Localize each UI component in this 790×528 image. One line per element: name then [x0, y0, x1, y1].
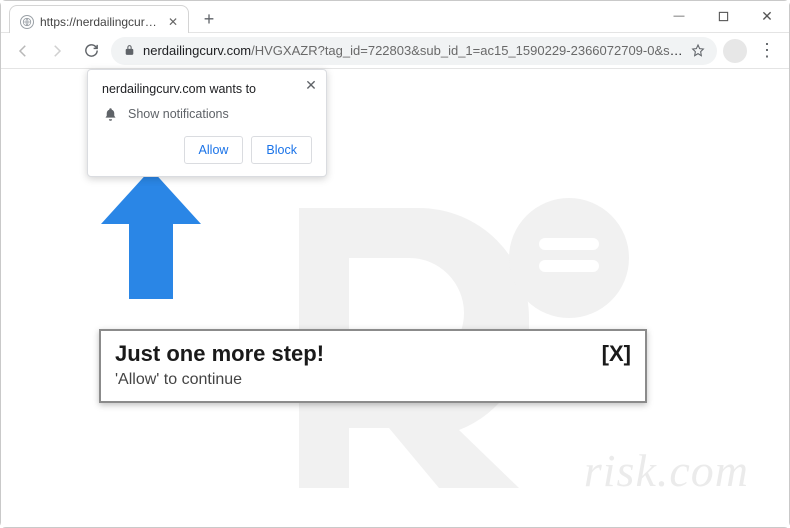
permission-origin: nerdailingcurv.com wants to	[102, 82, 312, 96]
bell-icon	[102, 106, 118, 122]
tab-title: https://nerdailingcurv.com/HVG	[40, 15, 160, 29]
titlebar: https://nerdailingcurv.com/HVG ✕ + — ✕	[1, 1, 789, 33]
notification-permission-dialog: ✕ nerdailingcurv.com wants to Show notif…	[87, 69, 327, 177]
watermark-text: risk.com	[584, 444, 749, 497]
page-content: risk.com ✕ nerdailingcurv.com wants to S…	[1, 69, 789, 527]
new-tab-button[interactable]: +	[195, 5, 223, 33]
block-button[interactable]: Block	[251, 136, 312, 164]
url-path: /HVGXAZR?tag_id=722803&sub_id_1=ac15_159…	[251, 43, 683, 58]
minimize-button[interactable]: —	[657, 1, 701, 31]
tab-close-icon[interactable]: ✕	[166, 15, 180, 29]
permission-request-label: Show notifications	[128, 107, 229, 121]
arrow-icon	[101, 169, 201, 304]
window-controls: — ✕	[657, 1, 789, 31]
message-subtitle: 'Allow' to continue	[115, 371, 631, 389]
message-box: Just one more step! [X] 'Allow' to conti…	[99, 329, 647, 403]
maximize-button[interactable]	[701, 1, 745, 31]
browser-window: https://nerdailingcurv.com/HVG ✕ + — ✕	[0, 0, 790, 528]
permission-row: Show notifications	[102, 106, 312, 122]
message-close-icon[interactable]: [X]	[602, 341, 631, 367]
url-text: nerdailingcurv.com/HVGXAZR?tag_id=722803…	[143, 43, 683, 58]
toolbar: nerdailingcurv.com/HVGXAZR?tag_id=722803…	[1, 33, 789, 69]
reload-button[interactable]	[77, 37, 105, 65]
lock-icon[interactable]	[121, 43, 137, 59]
permission-buttons: Allow Block	[102, 136, 312, 164]
profile-avatar[interactable]	[723, 39, 747, 63]
address-bar[interactable]: nerdailingcurv.com/HVGXAZR?tag_id=722803…	[111, 37, 717, 65]
menu-button[interactable]: ⋮	[753, 37, 781, 65]
message-header: Just one more step! [X]	[115, 341, 631, 367]
bookmark-star-icon[interactable]	[689, 42, 707, 60]
forward-button[interactable]	[43, 37, 71, 65]
back-button[interactable]	[9, 37, 37, 65]
window-close-button[interactable]: ✕	[745, 1, 789, 31]
globe-icon	[20, 15, 34, 29]
allow-button[interactable]: Allow	[184, 136, 244, 164]
watermark-logo	[109, 129, 789, 527]
dialog-close-icon[interactable]: ✕	[302, 76, 320, 94]
url-host: nerdailingcurv.com	[143, 43, 251, 58]
message-title: Just one more step!	[115, 341, 324, 367]
